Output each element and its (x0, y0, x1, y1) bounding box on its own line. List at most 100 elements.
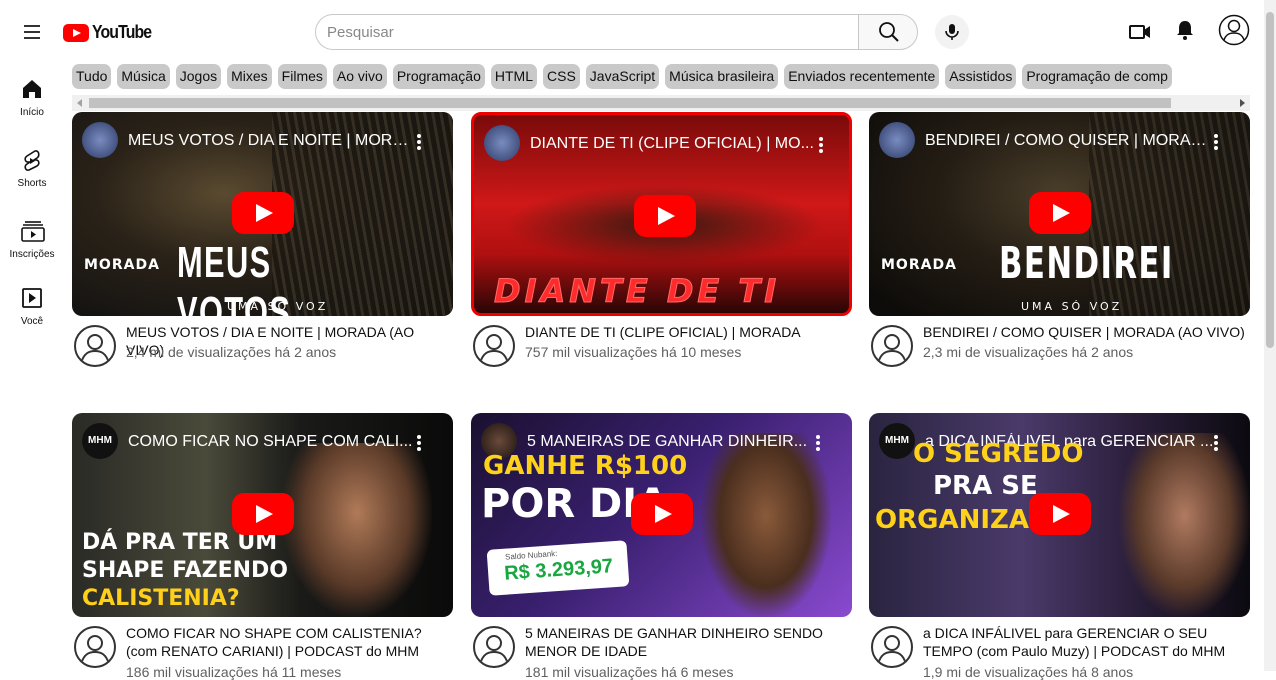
video-card[interactable]: MHM COMO FICAR NO SHAPE COM CALI... DÁ P… (72, 413, 453, 680)
notifications-button[interactable] (1165, 10, 1205, 50)
chip-javascript[interactable]: JavaScript (585, 64, 660, 89)
page-vertical-scrollbar[interactable] (1264, 0, 1276, 671)
voice-search-button[interactable] (935, 15, 969, 49)
video-card[interactable]: DIANTE DE TI (CLIPE OFICIAL) | MO... DIA… (471, 112, 852, 372)
channel-avatar[interactable] (473, 325, 515, 367)
youtube-play-logo-icon (63, 23, 89, 42)
chip-computer-programming[interactable]: Programação de comp (1022, 64, 1172, 89)
sidebar-item-home[interactable]: Início (0, 70, 64, 130)
video-card[interactable]: BENDIREI / COMO QUISER | MORAD... MORADA… (869, 112, 1250, 372)
sidebar-item-shorts[interactable]: Shorts (0, 141, 64, 201)
scrollbar-thumb[interactable] (89, 98, 1171, 108)
search-icon (879, 22, 899, 42)
chip-mixes[interactable]: Mixes (227, 64, 272, 89)
thumbnail-subtitle: UMA SÓ VOZ (227, 300, 329, 313)
more-options-icon[interactable] (1213, 134, 1219, 152)
microphone-icon (945, 24, 959, 40)
user-avatar-icon (1218, 14, 1250, 46)
search-field[interactable] (315, 14, 859, 50)
video-title[interactable]: BENDIREI / COMO QUISER | MORADA (AO VIVO… (923, 323, 1250, 341)
logo-text: YouTube (92, 22, 152, 42)
sidebar-item-you[interactable]: Você (0, 279, 64, 339)
video-thumbnail[interactable]: MHM COMO FICAR NO SHAPE COM CALI... DÁ P… (72, 413, 453, 617)
video-thumbnail[interactable]: 5 MANEIRAS DE GANHAR DINHEIR... GANHE R$… (471, 413, 852, 617)
account-button[interactable] (1214, 10, 1254, 50)
thumbnail-overlay-text: O SEGREDO (913, 439, 1084, 469)
thumbnail-overlay-text: PRA SE (933, 471, 1038, 501)
user-avatar-icon (479, 635, 509, 665)
chip-html[interactable]: HTML (490, 64, 537, 89)
video-title[interactable]: DIANTE DE TI (CLIPE OFICIAL) | MORADA (525, 323, 852, 341)
play-button-icon[interactable] (1029, 192, 1091, 234)
channel-avatar[interactable] (871, 626, 913, 668)
bell-icon (1177, 21, 1193, 40)
thumbnail-overlay-text: GANHE R$100 (483, 451, 688, 481)
chip-music[interactable]: Música (117, 64, 170, 89)
scroll-left-arrow-icon[interactable] (77, 99, 82, 107)
channel-thumbnail-avatar (82, 122, 118, 158)
create-button[interactable] (1120, 12, 1160, 52)
youtube-logo[interactable]: YouTube (63, 22, 159, 43)
play-button-icon[interactable] (232, 192, 294, 234)
scrollbar-thumb[interactable] (1266, 12, 1274, 348)
channel-avatar[interactable] (871, 325, 913, 367)
video-metadata: 2,4 mi de visualizações há 2 anos (126, 344, 337, 360)
play-button-icon[interactable] (1029, 493, 1091, 535)
channel-badge-text: MHM (885, 435, 909, 446)
channel-thumbnail-avatar: MHM (879, 423, 915, 459)
search-button[interactable] (858, 14, 918, 50)
video-card[interactable]: 5 MANEIRAS DE GANHAR DINHEIR... GANHE R$… (471, 413, 852, 680)
video-thumbnail[interactable]: MHM a DICA INFÁLIVEL para GERENCIAR ... … (869, 413, 1250, 617)
thumbnail-overlay-text: SHAPE FAZENDO (82, 558, 288, 583)
video-thumbnail[interactable]: DIANTE DE TI (CLIPE OFICIAL) | MO... DIA… (471, 112, 852, 316)
video-card[interactable]: MEUS VOTOS / DIA E NOITE | MORADA... MOR… (72, 112, 453, 372)
user-avatar-icon (80, 635, 110, 665)
subscriptions-icon (21, 221, 45, 242)
chip-watched[interactable]: Assistidos (945, 64, 1017, 89)
channel-badge-text: MHM (88, 435, 112, 446)
thumbnail-title: MEUS VOTOS / DIA E NOITE | MORADA... (128, 132, 418, 149)
top-bar: YouTube (0, 0, 1264, 64)
search-input[interactable] (327, 15, 847, 49)
channel-thumbnail-avatar (484, 125, 520, 161)
chip-css[interactable]: CSS (543, 64, 580, 89)
chip-brazilian-music[interactable]: Música brasileira (665, 64, 779, 89)
menu-icon[interactable] (20, 20, 44, 44)
chip-programming[interactable]: Programação (392, 64, 485, 89)
channel-avatar[interactable] (74, 325, 116, 367)
more-options-icon[interactable] (416, 435, 422, 453)
video-metadata: 181 mil visualizações há 6 meses (525, 664, 734, 680)
more-options-icon[interactable] (1213, 435, 1219, 453)
chip-movies[interactable]: Filmes (277, 64, 327, 89)
chip-all[interactable]: Tudo (72, 64, 112, 89)
sidebar-item-label: Você (20, 316, 44, 327)
channel-avatar[interactable] (74, 626, 116, 668)
play-button-icon[interactable] (634, 195, 696, 237)
video-title[interactable]: 5 MANEIRAS DE GANHAR DINHEIRO SENDO MENO… (525, 624, 852, 660)
video-metadata: 1,9 mi de visualizações há 8 anos (923, 664, 1134, 680)
video-metadata: 2,3 mi de visualizações há 2 anos (923, 344, 1134, 360)
video-card[interactable]: MHM a DICA INFÁLIVEL para GERENCIAR ... … (869, 413, 1250, 680)
video-camera-icon (1129, 25, 1150, 39)
video-title[interactable]: COMO FICAR NO SHAPE COM CALISTENIA? (com… (126, 624, 453, 660)
more-options-icon[interactable] (416, 134, 422, 152)
video-title[interactable]: a DICA INFÁLIVEL para GERENCIAR O SEU TE… (923, 624, 1250, 660)
chip-games[interactable]: Jogos (175, 64, 222, 89)
video-thumbnail[interactable]: BENDIREI / COMO QUISER | MORAD... MORADA… (869, 112, 1250, 316)
sidebar-item-label: Shorts (17, 178, 47, 189)
video-metadata: 757 mil visualizações há 10 meses (525, 344, 742, 360)
sidebar-item-subscriptions[interactable]: Inscrições (0, 212, 64, 272)
chips-horizontal-scrollbar[interactable] (72, 95, 1250, 111)
play-button-icon[interactable] (232, 493, 294, 535)
chip-recently-uploaded[interactable]: Enviados recentemente (784, 64, 940, 89)
video-thumbnail[interactable]: MEUS VOTOS / DIA E NOITE | MORADA... MOR… (72, 112, 453, 316)
channel-avatar[interactable] (473, 626, 515, 668)
play-button-icon[interactable] (631, 493, 693, 535)
video-metadata: 186 mil visualizações há 11 meses (126, 664, 342, 680)
more-options-icon[interactable] (818, 137, 824, 155)
user-avatar-icon (479, 334, 509, 364)
chip-live[interactable]: Ao vivo (332, 64, 387, 89)
more-options-icon[interactable] (815, 435, 821, 453)
user-avatar-icon (877, 334, 907, 364)
scroll-right-arrow-icon[interactable] (1240, 99, 1245, 107)
